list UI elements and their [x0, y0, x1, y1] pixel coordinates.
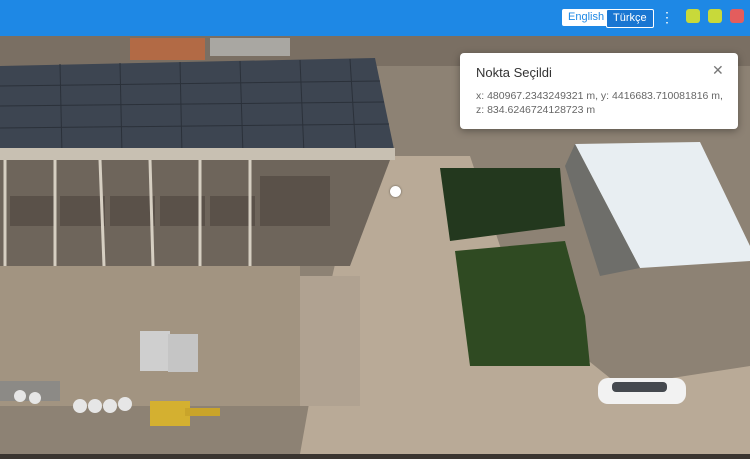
more-vertical-icon[interactable]: ⋮: [660, 9, 674, 26]
close-window-button[interactable]: [730, 9, 744, 23]
top-bar: English Türkçe ⋮: [0, 0, 750, 36]
english-language-button[interactable]: English: [562, 9, 611, 26]
turkish-language-button[interactable]: Türkçe: [606, 9, 654, 28]
point-coordinates: x: 480967.2343249321 m, y: 4416683.71008…: [476, 90, 723, 116]
close-icon[interactable]: ✕: [712, 62, 724, 79]
maximize-button[interactable]: [708, 9, 722, 23]
minimize-button[interactable]: [686, 9, 700, 23]
point-selected-popup: Nokta Seçildi ✕ x: 480967.2343249321 m, …: [460, 53, 738, 129]
aerial-3d-viewport[interactable]: Nokta Seçildi ✕ x: 480967.2343249321 m, …: [0, 36, 750, 454]
selected-point-marker[interactable]: [390, 186, 401, 197]
popup-title: Nokta Seçildi: [476, 65, 552, 80]
